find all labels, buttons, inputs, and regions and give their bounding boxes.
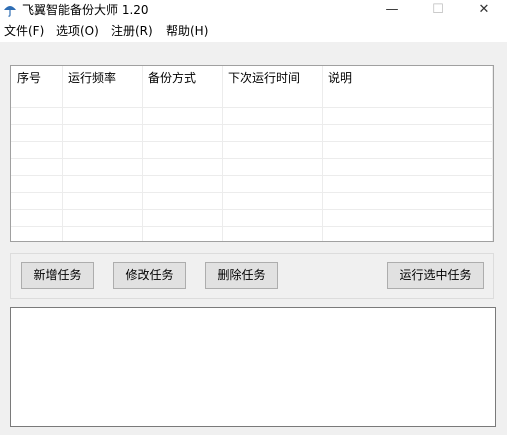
grid-line [11, 175, 493, 176]
column-header-frequency[interactable]: 运行频率 [62, 66, 142, 90]
column-header-index[interactable]: 序号 [11, 66, 62, 90]
menu-help[interactable]: 帮助(H) [166, 23, 208, 39]
run-selected-task-button[interactable]: 运行选中任务 [387, 262, 484, 289]
menu-register[interactable]: 注册(R) [111, 23, 153, 39]
title-bar: 飞翼智能备份大师 1.20 — ☐ ✕ [0, 0, 507, 20]
menu-options[interactable]: 选项(O) [56, 23, 99, 39]
grid-line [11, 226, 493, 227]
menu-bar: 文件(F) 选项(O) 注册(R) 帮助(H) [0, 20, 507, 42]
grid-line [11, 124, 493, 125]
grid-line [11, 141, 493, 142]
minimize-button[interactable]: — [369, 0, 415, 20]
menu-file[interactable]: 文件(F) [4, 23, 44, 39]
umbrella-icon[interactable] [3, 3, 17, 17]
column-header-next-run-time[interactable]: 下次运行时间 [222, 66, 322, 90]
grid-line [222, 66, 223, 241]
grid-line [492, 66, 493, 241]
log-output-area[interactable] [10, 307, 496, 427]
grid-line [322, 66, 323, 241]
grid-line [11, 192, 493, 193]
grid-line [62, 66, 63, 241]
delete-task-button[interactable]: 删除任务 [205, 262, 278, 289]
edit-task-button[interactable]: 修改任务 [113, 262, 186, 289]
close-button[interactable]: ✕ [461, 0, 507, 20]
grid-line [11, 158, 493, 159]
grid-line [142, 66, 143, 241]
task-list[interactable]: 序号 运行频率 备份方式 下次运行时间 说明 [10, 65, 494, 242]
grid-line [11, 209, 493, 210]
maximize-button[interactable]: ☐ [415, 0, 461, 20]
column-header-description[interactable]: 说明 [322, 66, 493, 90]
grid-line [11, 107, 493, 108]
column-header-backup-mode[interactable]: 备份方式 [142, 66, 222, 90]
add-task-button[interactable]: 新增任务 [21, 262, 94, 289]
window-title: 飞翼智能备份大师 1.20 [22, 3, 149, 17]
